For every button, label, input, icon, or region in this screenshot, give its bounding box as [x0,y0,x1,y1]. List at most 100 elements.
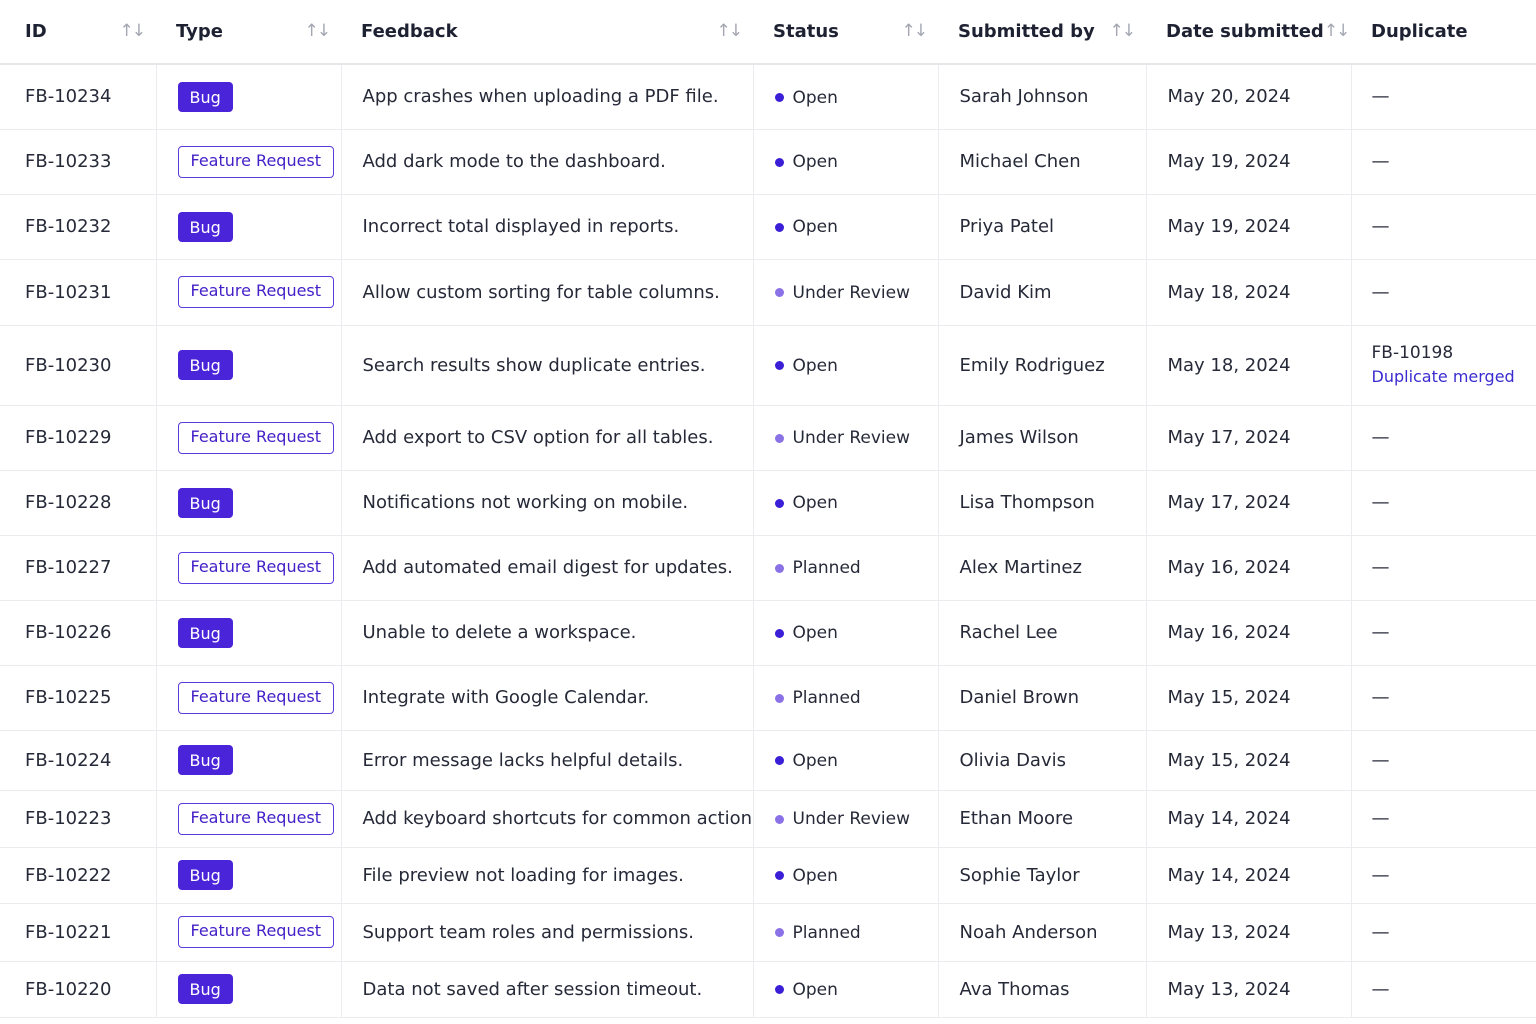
status-dot-icon [774,93,784,102]
status-dot-icon [774,222,784,232]
sort-arrows-icon[interactable]: ↑↓ [1110,23,1136,40]
cell-status: Planned [753,535,939,600]
table-row[interactable]: FB-10232 Bug Incorrect total displayed in … [0,194,1536,259]
column-header-label: ID [25,21,47,42]
table-row[interactable]: FB-10234 Bug App crashes when uploading a … [0,64,1536,129]
table-row[interactable]: FB-10224 Bug Error message lacks helpful d… [0,730,1536,790]
table-row[interactable]: FB-10220 Bug Data not saved after session … [0,961,1536,1017]
table-row[interactable]: FB-10221 Feature Request Support team role… [0,903,1536,961]
cell-type: Feature Request [156,903,342,961]
status-dot-icon [774,814,784,824]
type-badge-feature-request: Feature Request [177,802,335,835]
duplicate-empty: — [1371,864,1390,886]
status-dot-icon [774,693,784,703]
column-header-id[interactable]: ID ↑↓ [0,0,156,65]
table-row[interactable]: FB-10229 Feature Request Add export to CSV… [0,405,1536,470]
cell-id: FB-10234 [0,64,157,129]
type-badge-feature-request: Feature Request [177,551,335,584]
status-dot-icon [774,756,784,766]
cell-submitted-by: Lisa Thompson [938,470,1147,535]
table-row[interactable]: FB-10227 Feature Request Add automated ema… [0,535,1536,600]
table-row[interactable]: FB-10222 Bug File preview not loading for … [0,847,1536,903]
column-header-inner: Feedback ↑↓ [361,21,743,42]
duplicate-empty: — [1371,427,1390,448]
cell-id: FB-10228 [0,470,157,535]
table-row[interactable]: FB-10233 Feature Request Add dark mode to … [0,129,1536,194]
table-row[interactable]: FB-10226 Bug Unable to delete a workspace.… [0,600,1536,665]
cell-date-submitted: May 15, 2024 [1146,730,1352,790]
cell-status: Open [753,961,939,1017]
cell-duplicate: — [1351,405,1536,470]
cell-type: Feature Request [156,535,342,600]
sort-arrows-icon[interactable]: ↑↓ [902,23,928,40]
status-indicator: Open [774,751,838,771]
sort-arrows-icon[interactable]: ↑↓ [305,23,331,40]
cell-duplicate: — [1351,665,1536,730]
cell-feedback: File preview not loading for images. [341,847,754,903]
table-row[interactable]: FB-10230 Bug Search results show duplicate… [0,325,1536,405]
cell-status: Under Review [753,790,939,847]
table-header: ID ↑↓ Type ↑↓ Feedback ↑↓ Status ↑↓ Submitted by… [0,0,1536,65]
cell-type: Bug [156,961,342,1017]
cell-feedback: Data not saved after session timeout. [341,961,754,1017]
status-dot-icon [774,288,784,298]
table-row[interactable]: FB-10223 Feature Request Add keyboard shor… [0,790,1536,847]
cell-feedback: Integrate with Google Calendar. [341,665,754,730]
column-header-label: Type [176,21,223,42]
column-header-label: Submitted by [958,21,1095,42]
sort-arrows-icon[interactable]: ↑↓ [1324,23,1350,40]
cell-feedback: Add dark mode to the dashboard. [341,129,754,194]
duplicate-empty: — [1371,978,1390,1000]
cell-duplicate: — [1351,470,1536,535]
column-header-inner: Status ↑↓ [773,21,928,42]
cell-date-submitted: May 16, 2024 [1146,600,1352,665]
status-label: Open [792,623,838,644]
cell-date-submitted: May 13, 2024 [1146,961,1352,1017]
cell-type: Bug [156,600,342,665]
cell-submitted-by: Ava Thomas [938,961,1147,1017]
cell-submitted-by: Sophie Taylor [938,847,1147,903]
status-dot-icon [774,361,784,371]
type-badge-feature-request: Feature Request [177,421,335,454]
status-indicator: Under Review [774,809,910,829]
cell-id: FB-10233 [0,129,157,194]
column-header-status[interactable]: Status ↑↓ [753,0,938,65]
status-dot-icon [774,498,784,508]
table-row[interactable]: FB-10231 Feature Request Allow custom sort… [0,259,1536,325]
duplicate-merged-link[interactable]: Duplicate merged [1372,365,1527,389]
cell-duplicate: FB-10198 Duplicate merged [1351,325,1536,405]
cell-submitted-by: Emily Rodriguez [938,325,1147,405]
status-label: Open [792,865,838,886]
cell-id: FB-10225 [0,665,157,730]
column-header-inner: ID ↑↓ [25,21,146,42]
duplicate-empty: — [1371,281,1390,303]
status-indicator: Open [774,865,838,886]
column-header-feedback[interactable]: Feedback ↑↓ [341,0,753,65]
cell-date-submitted: May 16, 2024 [1146,535,1352,600]
sort-arrows-icon[interactable]: ↑↓ [717,23,743,40]
column-header-submitted-by[interactable]: Submitted by ↑↓ [938,0,1146,65]
status-label: Under Review [792,428,911,449]
status-indicator: Under Review [774,282,911,303]
column-header-date-submitted[interactable]: Date submitted ↑↓ [1146,0,1351,65]
column-header-type[interactable]: Type ↑↓ [156,0,341,65]
cell-id: FB-10230 [0,325,157,405]
cell-date-submitted: May 19, 2024 [1146,129,1352,194]
cell-duplicate: — [1351,129,1536,194]
cell-submitted-by: Ethan Moore [938,790,1147,847]
cell-feedback: Add keyboard shortcuts for common action… [341,790,754,847]
cell-feedback: Error message lacks helpful details. [341,730,754,790]
status-label: Under Review [792,282,911,303]
duplicate-empty: — [1371,749,1390,771]
table-row[interactable]: FB-10228 Bug Notifications not working on … [0,470,1536,535]
sort-arrows-icon[interactable]: ↑↓ [120,23,146,40]
status-indicator: Open [774,623,838,644]
table-row[interactable]: FB-10225 Feature Request Integrate with Go… [0,665,1536,730]
duplicate-empty: — [1371,492,1390,513]
type-badge-feature-request: Feature Request [177,681,335,714]
cell-date-submitted: May 15, 2024 [1146,665,1352,730]
cell-feedback: Notifications not working on mobile. [341,470,754,535]
cell-submitted-by: Olivia Davis [938,730,1147,790]
status-dot-icon [774,433,784,443]
cell-date-submitted: May 17, 2024 [1146,470,1352,535]
